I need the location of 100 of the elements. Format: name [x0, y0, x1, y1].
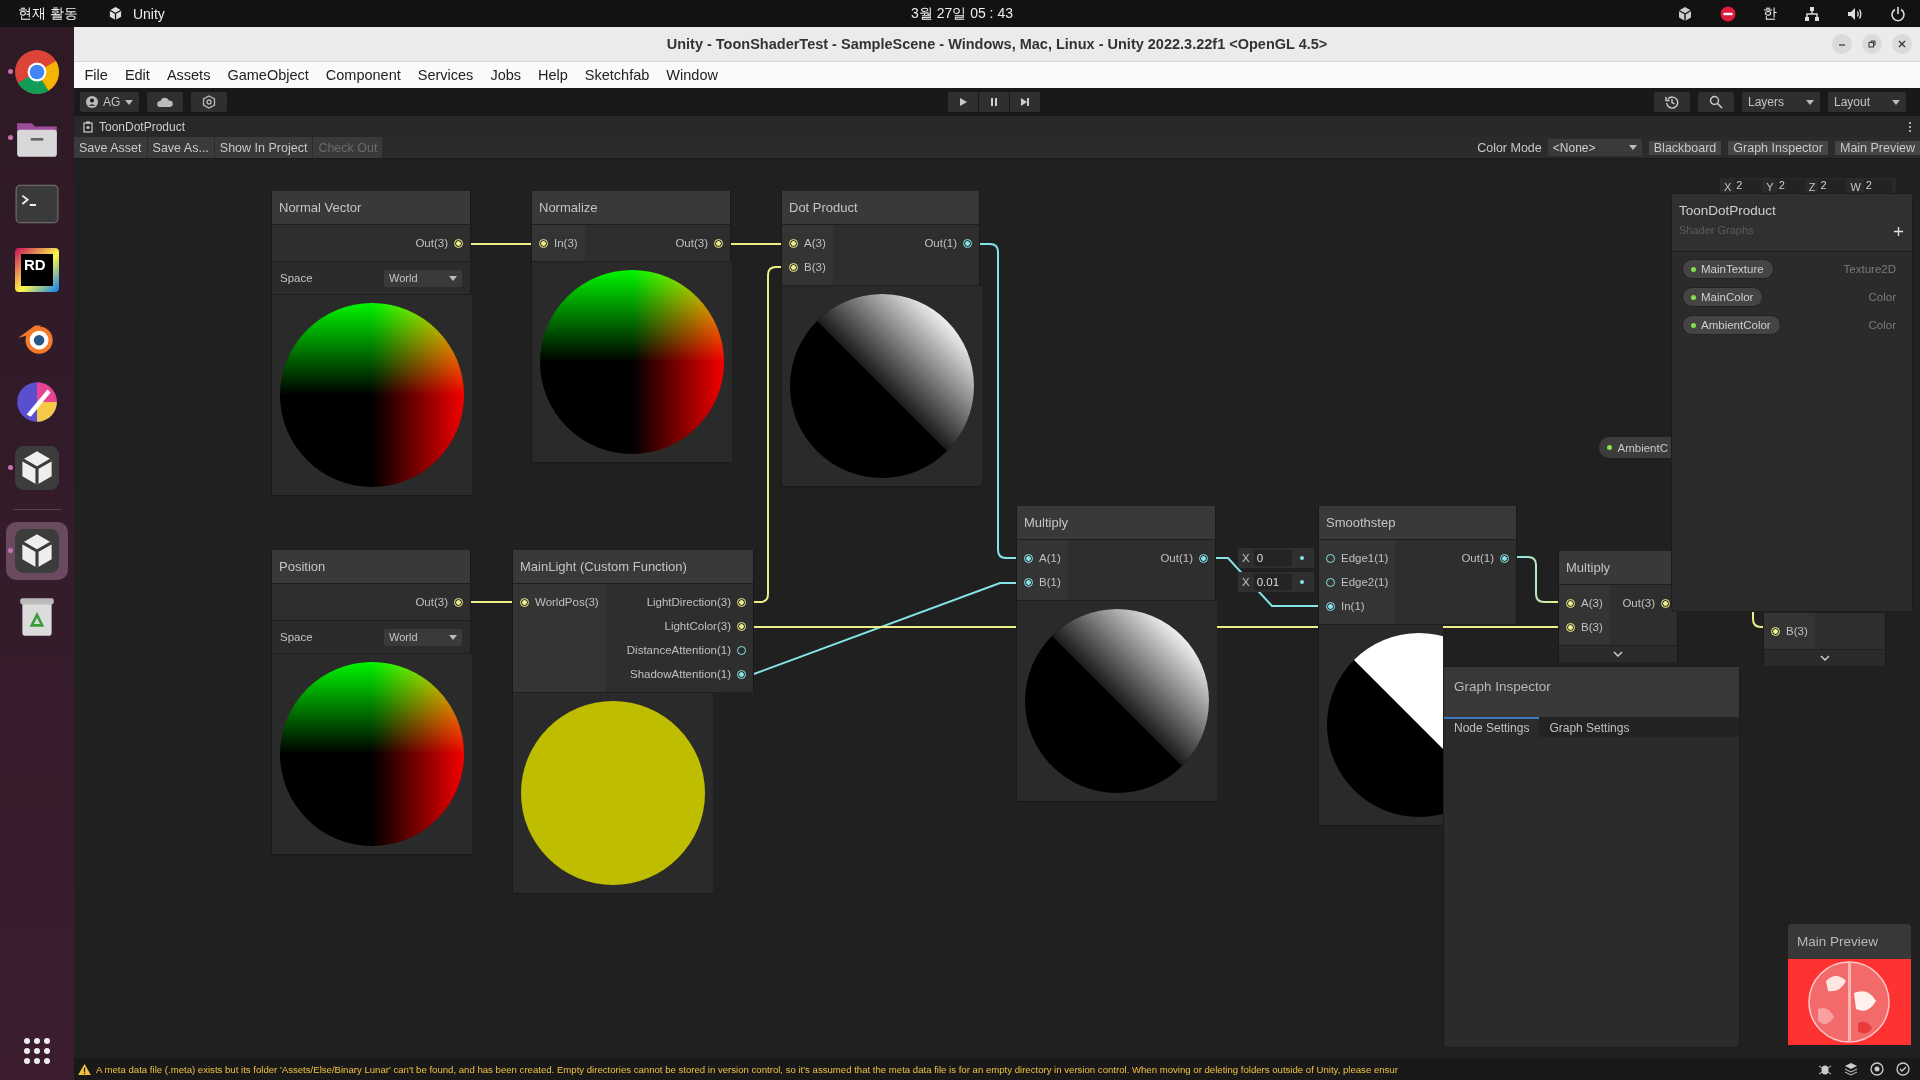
port-icon[interactable]	[1500, 553, 1509, 563]
panel-toggle[interactable]: Graph Inspector	[1728, 140, 1828, 155]
port-label: A(1)	[1039, 552, 1061, 564]
connection-wire	[1516, 556, 1559, 603]
network-icon[interactable]	[1804, 5, 1820, 22]
chevron-icon	[1613, 651, 1623, 657]
port-icon[interactable]	[1024, 553, 1033, 563]
more-options-icon[interactable]	[1908, 120, 1912, 133]
node-title: Normalize	[531, 191, 731, 225]
port-icon[interactable]	[454, 238, 463, 248]
cube-icon[interactable]	[1677, 5, 1693, 22]
port-icon[interactable]	[454, 597, 463, 607]
caret-icon	[125, 99, 134, 105]
menu-item[interactable]: Help	[529, 67, 577, 83]
add-icon[interactable]	[1893, 226, 1904, 237]
port-label: A(3)	[1581, 597, 1603, 609]
toolbar-button[interactable]: Show In Project	[214, 137, 313, 158]
dock-item[interactable]	[6, 522, 68, 580]
step-button[interactable]	[1010, 92, 1040, 112]
node-title: Smoothstep	[1318, 506, 1517, 540]
collab-button[interactable]	[191, 92, 228, 112]
brush-icon	[14, 379, 60, 425]
restore-button[interactable]	[1862, 34, 1882, 54]
browser-icon	[14, 49, 60, 95]
app-menu[interactable]: Unity	[132, 5, 165, 22]
port-icon[interactable]	[737, 669, 746, 679]
menu-item[interactable]: Jobs	[481, 67, 530, 83]
do-not-disturb-icon[interactable]	[1720, 5, 1736, 22]
port-label: Edge2(1)	[1341, 576, 1389, 588]
clock[interactable]: 3월 27일 05 : 43	[911, 4, 1013, 23]
menu-item[interactable]: File	[76, 67, 117, 83]
restore-icon	[1867, 39, 1877, 49]
property-pill[interactable]: MainColor	[1682, 287, 1764, 307]
axis-label: W	[1850, 180, 1861, 193]
layers-dropdown[interactable]: Layers	[1742, 92, 1820, 112]
cloud-icon	[157, 97, 174, 107]
port-icon[interactable]	[1326, 601, 1335, 611]
menu-item[interactable]: Edit	[116, 67, 159, 83]
space-dropdown[interactable]: World	[384, 269, 462, 287]
value-field[interactable]: 0.01	[1253, 574, 1292, 590]
connector-dot-icon	[1299, 556, 1304, 560]
layout-dropdown[interactable]: Layout	[1828, 92, 1906, 112]
port-icon[interactable]	[1024, 577, 1033, 587]
ide-icon: RD	[15, 248, 59, 292]
power-icon[interactable]	[1890, 5, 1906, 22]
cloud-button[interactable]	[147, 92, 184, 112]
pause-button[interactable]	[979, 92, 1009, 112]
search-button[interactable]	[1698, 92, 1734, 112]
panel-toggle[interactable]: Main Preview	[1834, 140, 1920, 155]
dock-item[interactable]: RD	[6, 241, 68, 299]
port-icon[interactable]	[789, 238, 798, 248]
account-dropdown[interactable]: AG	[80, 92, 140, 112]
port-icon[interactable]	[1771, 626, 1780, 636]
port-icon[interactable]	[963, 238, 972, 248]
toolbar-button[interactable]: Save Asset	[74, 137, 147, 158]
property-type: Color	[1868, 291, 1897, 303]
caret-icon	[1806, 99, 1814, 105]
port-icon[interactable]	[1199, 553, 1208, 563]
window-title: Unity - ToonShaderTest - SampleScene - Windows, Mac, Linux - Unity 2022.3.22f1 <OpenGL 4.5>	[666, 36, 1328, 52]
menu-item[interactable]: Assets	[158, 67, 219, 83]
port-icon[interactable]	[520, 597, 529, 607]
menu-item[interactable]: Window	[657, 67, 727, 83]
port-icon[interactable]	[1566, 598, 1575, 608]
color-mode-dropdown[interactable]: <None>	[1547, 139, 1642, 156]
globe-icon[interactable]	[1870, 1062, 1884, 1076]
menu-item[interactable]: Services	[409, 67, 482, 83]
property-pill[interactable]: AmbientColor	[1682, 315, 1781, 335]
port-label: Out(1)	[1461, 552, 1494, 564]
close-button[interactable]	[1892, 34, 1912, 54]
value-field[interactable]: 0	[1253, 550, 1292, 566]
inspector-tab[interactable]: Node Settings	[1444, 717, 1540, 737]
stack-icon[interactable]	[1844, 1062, 1858, 1076]
property-pill[interactable]: AmbientC	[1598, 437, 1671, 458]
port-icon[interactable]	[1566, 622, 1575, 632]
app-grid-icon[interactable]	[22, 1036, 52, 1066]
minimize-button[interactable]	[1832, 34, 1852, 54]
property-pill[interactable]: MainTexture	[1682, 259, 1774, 279]
history-button[interactable]	[1654, 92, 1690, 112]
port-label: B(1)	[1039, 576, 1061, 588]
space-dropdown[interactable]: World	[384, 628, 462, 646]
axis-label: X	[1242, 576, 1250, 588]
toolbar-button[interactable]: Save As...	[147, 137, 214, 158]
activities-button[interactable]: 현재 활동	[18, 4, 78, 23]
check-icon[interactable]	[1896, 1062, 1910, 1076]
input-method[interactable]: 한	[1763, 4, 1777, 23]
port-icon[interactable]	[789, 262, 798, 272]
play-button[interactable]	[948, 92, 978, 112]
menu-item[interactable]: Sketchfab	[576, 67, 658, 83]
port-icon[interactable]	[737, 597, 746, 607]
port-icon[interactable]	[714, 238, 723, 248]
node-title: MainLight (Custom Function)	[512, 550, 754, 584]
menu-item[interactable]: GameObject	[218, 67, 318, 83]
port-icon[interactable]	[737, 621, 746, 631]
panel-toggle[interactable]: Blackboard	[1648, 140, 1722, 155]
menu-item[interactable]: Component	[317, 67, 410, 83]
port-icon[interactable]	[539, 238, 548, 248]
search-icon	[1709, 95, 1723, 109]
document-tab[interactable]: ToonDotProduct	[99, 119, 186, 134]
port-icon[interactable]	[1661, 598, 1670, 608]
connection-wire	[730, 243, 782, 245]
